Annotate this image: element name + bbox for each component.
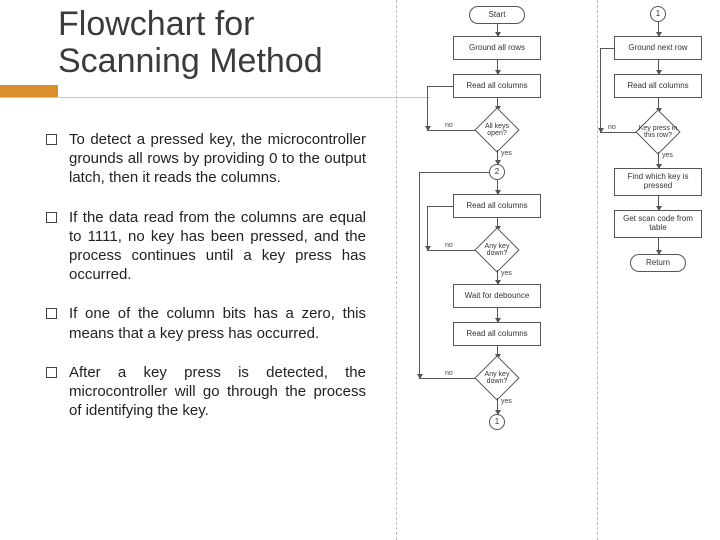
list-item: After a key press is detected, the micro… [46, 363, 366, 421]
bullet-icon [46, 308, 57, 319]
arrow [497, 308, 498, 322]
arrow [658, 196, 659, 210]
node-find-key: Find which key is pressed [614, 168, 702, 196]
arrow [427, 86, 453, 87]
label-no: no [608, 124, 616, 131]
flowchart-right: 1 Ground next row Read all columns Key p… [596, 0, 720, 540]
title-rule [0, 97, 430, 98]
arrow [427, 206, 453, 207]
arrow [600, 132, 636, 133]
title-block: Flowchart for Scanning Method [58, 6, 388, 97]
node-wait-debounce: Wait for debounce [453, 284, 541, 308]
connector-2: 2 [489, 164, 505, 180]
node-any-key-down-2: Any key down? [475, 356, 519, 400]
bullet-list: To detect a pressed key, the microcontro… [46, 130, 366, 440]
node-read-columns-3: Read all columns [453, 322, 541, 346]
bullet-icon [46, 134, 57, 145]
label-yes: yes [662, 152, 673, 159]
arrow [419, 172, 489, 173]
accent-bar [0, 85, 58, 97]
node-ground-all-rows: Ground all rows [453, 36, 541, 60]
arrow [419, 378, 475, 379]
arrow [658, 60, 659, 74]
arrow [427, 130, 475, 131]
bullet-icon [46, 212, 57, 223]
connector-1-in: 1 [650, 6, 666, 22]
arrow [658, 22, 659, 36]
label-no: no [445, 370, 453, 377]
node-read-columns-r: Read all columns [614, 74, 702, 98]
bullet-text: After a key press is detected, the micro… [69, 363, 366, 421]
arrow [497, 180, 498, 194]
node-read-columns-1: Read all columns [453, 74, 541, 98]
arrow [427, 250, 475, 251]
flowchart-left: Start Ground all rows Read all columns A… [396, 0, 598, 540]
node-key-press-in-row: Key press in this row? [636, 110, 680, 154]
label-yes: yes [501, 270, 512, 277]
arrow [497, 60, 498, 74]
node-ground-next-row: Ground next row [614, 36, 702, 60]
node-start: Start [469, 6, 525, 24]
bullet-text: If the data read from the columns are eq… [69, 208, 366, 285]
slide-title: Flowchart for Scanning Method [58, 6, 388, 79]
slide: Flowchart for Scanning Method To detect … [0, 0, 720, 540]
arrow [497, 150, 498, 164]
label-no: no [445, 242, 453, 249]
arrow [427, 206, 428, 250]
arrow [419, 172, 420, 378]
node-any-key-down-1: Any key down? [475, 228, 519, 272]
arrow [600, 48, 614, 49]
label-yes: yes [501, 398, 512, 405]
node-read-columns-2: Read all columns [453, 194, 541, 218]
arrow [658, 238, 659, 254]
label-no: no [445, 122, 453, 129]
list-item: To detect a pressed key, the microcontro… [46, 130, 366, 188]
list-item: If one of the column bits has a zero, th… [46, 304, 366, 342]
arrow [427, 86, 428, 130]
list-item: If the data read from the columns are eq… [46, 208, 366, 285]
arrow [497, 398, 498, 414]
connector-1-out: 1 [489, 414, 505, 430]
node-get-scan-code: Get scan code from table [614, 210, 702, 238]
bullet-text: To detect a pressed key, the microcontro… [69, 130, 366, 188]
label-yes: yes [501, 150, 512, 157]
node-return: Return [630, 254, 686, 272]
bullet-text: If one of the column bits has a zero, th… [69, 304, 366, 342]
arrow [497, 270, 498, 284]
arrow [658, 152, 659, 168]
title-underline [58, 85, 388, 97]
bullet-icon [46, 367, 57, 378]
arrow [600, 48, 601, 132]
arrow [497, 24, 498, 36]
node-all-keys-open: All keys open? [475, 108, 519, 152]
